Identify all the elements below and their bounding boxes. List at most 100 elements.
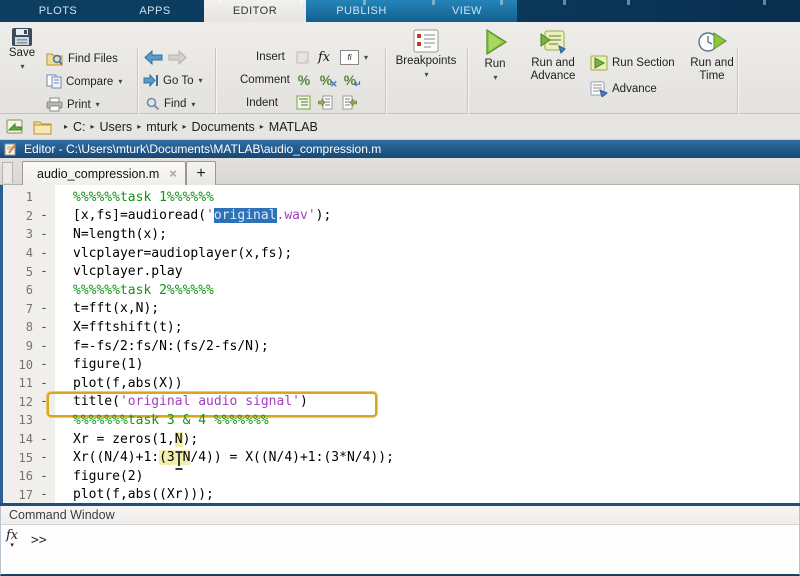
editor-title-bar[interactable]: Editor - C:\Users\mturk\Documents\MATLAB… [0, 140, 800, 158]
code-line[interactable]: 14-Xr = zeros(1,N); [3, 430, 799, 449]
insert-function-button[interactable]: fi ▾ [340, 50, 368, 65]
code-text[interactable]: vlcplayer=audioplayer(x,fs); [55, 246, 292, 261]
executable-line-marker: - [33, 432, 55, 447]
back-button[interactable] [144, 50, 163, 65]
comment-button[interactable]: % [296, 72, 312, 88]
new-tab-button[interactable]: + [186, 161, 216, 185]
code-text-annotated[interactable]: title('original audio signal') [55, 394, 308, 409]
insert-section-button[interactable] [296, 51, 312, 65]
code-text[interactable]: figure(2) [55, 469, 143, 484]
code-line[interactable]: 5-vlcplayer.play [3, 262, 799, 281]
code-segment: plot(f,abs(X)) [73, 376, 183, 391]
code-line[interactable]: 12-title('original audio signal') [3, 393, 799, 412]
tab-apps[interactable]: APPS [117, 0, 193, 22]
executable-line-marker: - [33, 246, 55, 261]
wrap-comments-button[interactable]: % ↵ [342, 72, 370, 88]
code-line[interactable]: 1%%%%%%task 1%%%%%% [3, 188, 799, 207]
code-segment: plot(f,abs((Xr))); [73, 487, 214, 502]
code-line[interactable]: 3-N=length(x); [3, 225, 799, 244]
smart-indent-icon [296, 95, 311, 110]
compare-dropdown-icon[interactable]: ▾ [118, 77, 122, 86]
code-line[interactable]: 15-Xr((N/4)+1:(3*N/4)) = X((N/4)+1:(3*N/… [3, 448, 799, 467]
code-text[interactable]: f=-fs/2:fs/N:(fs/2-fs/N); [55, 339, 269, 354]
code-text[interactable]: %%%%%%task 2%%%%%% [55, 283, 214, 298]
save-dropdown-icon[interactable]: ▾ [20, 60, 24, 73]
code-text[interactable]: t=fft(x,N); [55, 301, 159, 316]
command-window[interactable]: fx ▾ >> [0, 525, 800, 576]
save-label: Save [9, 47, 35, 60]
indent-left-button[interactable] [342, 95, 357, 110]
code-text[interactable]: plot(f,abs(X)) [55, 376, 183, 391]
code-editor[interactable]: 1%%%%%%task 1%%%%%%2-[x,fs]=audioread('o… [0, 185, 800, 503]
line-number: 17 [3, 488, 33, 502]
breadcrumb-separator-icon: ▸ [258, 122, 266, 131]
save-button[interactable]: Save ▾ [4, 27, 40, 73]
code-segment: vlcplayer.play [73, 264, 183, 279]
code-text[interactable]: plot(f,abs((Xr))); [55, 487, 214, 502]
advance-button[interactable]: Advance [590, 81, 657, 97]
executable-line-marker: - [33, 469, 55, 484]
code-line[interactable]: 17-plot(f,abs((Xr))); [3, 486, 799, 504]
go-to-button[interactable]: Go To ▾ [142, 74, 203, 87]
code-text[interactable]: [x,fs]=audioread('original.wav'); [55, 208, 331, 223]
code-line[interactable]: 4-vlcplayer=audioplayer(x,fs); [3, 244, 799, 263]
code-line[interactable]: 7-t=fft(x,N); [3, 300, 799, 319]
find-files-button[interactable]: Find Files [46, 51, 118, 66]
breadcrumb-item[interactable]: Documents [188, 120, 257, 134]
code-text[interactable]: N=length(x); [55, 227, 167, 242]
breadcrumb-item[interactable]: MATLAB [266, 120, 321, 134]
code-text[interactable]: %%%%%%%task 3 & 4 %%%%%%% [55, 413, 269, 428]
breadcrumb-item[interactable]: Users [97, 120, 136, 134]
code-segment: Xr((N/4)+1: [73, 450, 159, 465]
command-window-header[interactable]: Command Window [0, 506, 800, 525]
run-dropdown-icon[interactable]: ▾ [493, 71, 497, 84]
compare-button[interactable]: Compare ▾ [46, 74, 122, 89]
folder-icon[interactable] [33, 119, 52, 135]
executable-line-marker: - [33, 320, 55, 335]
tab-plots[interactable]: PLOTS [20, 0, 96, 22]
document-tab-audio-compression[interactable]: audio_compression.m × [22, 161, 186, 185]
ribbon-tab-bar: PLOTS APPS EDITOR PUBLISH VIEW [0, 0, 800, 22]
command-prompt[interactable]: >> [31, 533, 47, 548]
code-text[interactable]: vlcplayer.play [55, 264, 183, 279]
find-icon [146, 97, 160, 111]
tab-publish[interactable]: PUBLISH [306, 0, 417, 22]
code-line[interactable]: 13%%%%%%%task 3 & 4 %%%%%%% [3, 411, 799, 430]
browse-folder-icon[interactable] [5, 118, 25, 135]
code-text[interactable]: %%%%%%task 1%%%%%% [55, 190, 214, 205]
code-text[interactable]: figure(1) [55, 357, 143, 372]
run-button[interactable]: Run ▾ [474, 26, 516, 84]
find-dropdown-icon[interactable]: ▾ [191, 100, 195, 109]
code-line[interactable]: 8-X=fftshift(t); [3, 318, 799, 337]
code-text[interactable]: Xr = zeros(1,N); [55, 432, 198, 447]
breakpoints-icon [413, 27, 439, 55]
breadcrumb-item[interactable]: mturk [143, 120, 180, 134]
code-text[interactable]: X=fftshift(t); [55, 320, 183, 335]
smart-indent-button[interactable] [296, 95, 311, 110]
indent-right-button[interactable] [318, 95, 333, 110]
run-and-time-button[interactable]: Run and Time [686, 27, 738, 83]
go-to-dropdown-icon[interactable]: ▾ [198, 76, 202, 85]
clipped-toolbar-fragment [763, 0, 766, 5]
code-text[interactable]: Xr((N/4)+1:(3*N/4)) = X((N/4)+1:(3*N/4))… [55, 450, 394, 465]
insert-dropdown-icon[interactable]: ▾ [364, 53, 368, 62]
run-and-advance-button[interactable]: Run and Advance [521, 27, 585, 83]
code-line[interactable]: 10-figure(1) [3, 355, 799, 374]
insert-fx-button[interactable]: fx [318, 50, 330, 65]
print-dropdown-icon[interactable]: ▾ [96, 100, 100, 109]
breakpoints-button[interactable]: Breakpoints ▾ [390, 27, 462, 81]
fx-icon: fx [318, 50, 330, 65]
code-line[interactable]: 9-f=-fs/2:fs/N:(fs/2-fs/N); [3, 337, 799, 356]
forward-button[interactable] [168, 50, 187, 65]
code-line[interactable]: 6%%%%%%task 2%%%%%% [3, 281, 799, 300]
close-tab-icon[interactable]: × [169, 166, 177, 181]
breakpoints-dropdown-icon[interactable]: ▾ [424, 68, 428, 81]
breadcrumb-item[interactable]: C: [70, 120, 89, 134]
find-button[interactable]: Find ▾ [146, 97, 195, 111]
run-section-button[interactable]: Run Section [590, 55, 675, 71]
code-line[interactable]: 16-figure(2) [3, 467, 799, 486]
print-button[interactable]: Print ▾ [46, 97, 100, 112]
fx-button[interactable]: fx ▾ [6, 531, 18, 551]
code-line[interactable]: 11-plot(f,abs(X)) [3, 374, 799, 393]
code-line[interactable]: 2-[x,fs]=audioread('original.wav'); [3, 207, 799, 226]
